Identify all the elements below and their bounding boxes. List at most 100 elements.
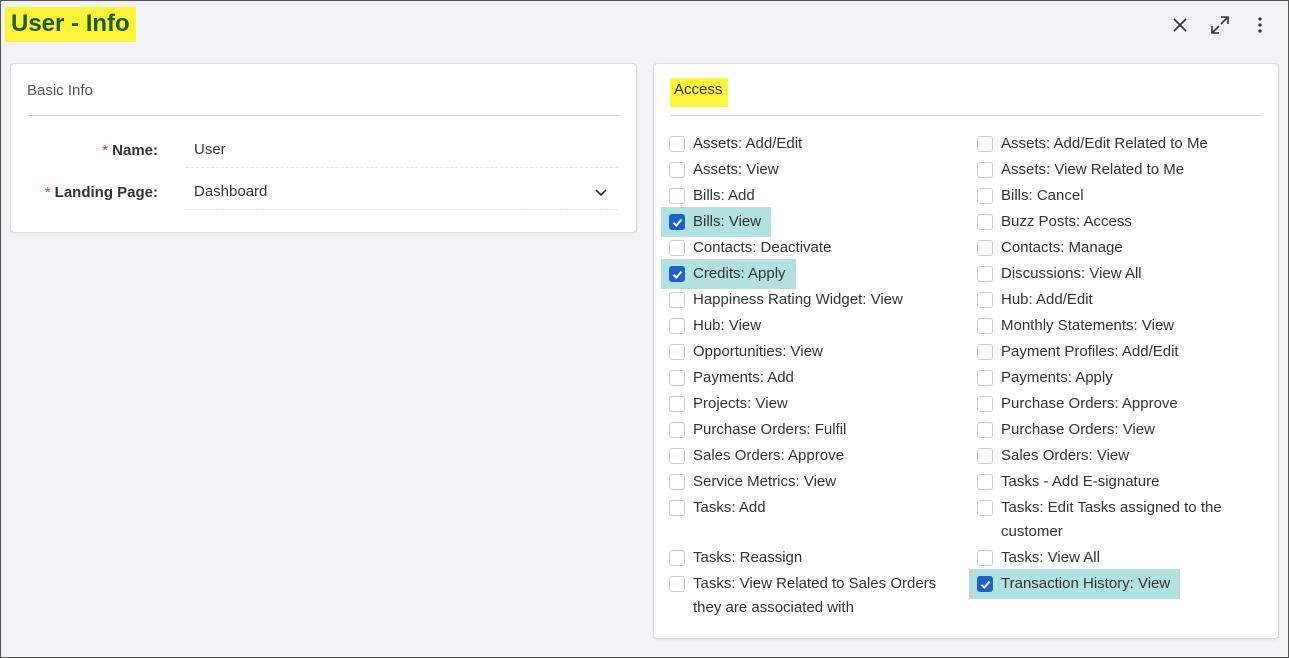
permission-label: Credits: Apply xyxy=(693,265,786,282)
permission-item[interactable]: Purchase Orders: Fulfil xyxy=(669,418,951,442)
permission-label: Payment Profiles: Add/Edit xyxy=(1001,343,1179,360)
permission-label: Hub: Add/Edit xyxy=(1001,291,1093,308)
permission-item[interactable]: Sales Orders: View xyxy=(977,444,1237,468)
permission-item[interactable]: Bills: Cancel xyxy=(977,184,1237,208)
permission-item[interactable]: Happiness Rating Widget: View xyxy=(669,288,951,312)
permission-item[interactable]: Monthly Statements: View xyxy=(977,314,1237,338)
permission-item[interactable]: Contacts: Deactivate xyxy=(669,236,951,260)
permission-item[interactable]: Assets: View Related to Me xyxy=(977,158,1237,182)
permission-item[interactable]: Hub: Add/Edit xyxy=(977,288,1237,312)
permission-label: Buzz Posts: Access xyxy=(1001,213,1132,230)
permission-item[interactable]: Credits: Apply xyxy=(661,259,796,289)
permission-item[interactable]: Assets: View xyxy=(669,158,951,182)
expand-button[interactable] xyxy=(1210,13,1230,37)
checkmark-icon xyxy=(672,218,682,227)
permission-item[interactable]: Buzz Posts: Access xyxy=(977,210,1237,234)
permission-label: Sales Orders: View xyxy=(1001,447,1130,464)
permission-item[interactable]: Payment Profiles: Add/Edit xyxy=(977,340,1237,364)
name-row: * Name: User xyxy=(11,134,636,168)
checkbox[interactable] xyxy=(669,550,685,566)
permission-item[interactable]: Tasks: Reassign xyxy=(669,546,951,570)
checkbox[interactable] xyxy=(669,370,685,386)
permission-label: Tasks: Add xyxy=(693,499,766,516)
permission-item[interactable]: Sales Orders: Approve xyxy=(669,444,951,468)
checkbox[interactable] xyxy=(669,240,685,256)
permission-item[interactable]: Purchase Orders: View xyxy=(977,418,1237,442)
checkbox[interactable] xyxy=(977,188,993,204)
permission-item[interactable]: Payments: Add xyxy=(669,366,951,390)
permission-item[interactable]: Projects: View xyxy=(669,392,951,416)
checkbox[interactable] xyxy=(669,396,685,412)
permission-item[interactable]: Bills: View xyxy=(661,207,772,237)
checkbox[interactable] xyxy=(977,162,993,178)
permission-item[interactable]: Discussions: View All xyxy=(977,262,1237,286)
permission-label: Projects: View xyxy=(693,395,788,412)
more-options-button[interactable] xyxy=(1250,13,1270,37)
close-button[interactable] xyxy=(1170,13,1190,37)
checkbox[interactable] xyxy=(669,136,685,152)
permission-label: Tasks - Add E-signature xyxy=(1001,473,1160,490)
permission-item[interactable]: Tasks: Edit Tasks assigned to the custom… xyxy=(977,496,1237,544)
checkbox[interactable] xyxy=(977,448,993,464)
landing-page-select[interactable]: Dashboard xyxy=(186,176,618,210)
checkbox[interactable] xyxy=(669,448,685,464)
permission-item[interactable]: Hub: View xyxy=(669,314,951,338)
permission-item[interactable]: Contacts: Manage xyxy=(977,236,1237,260)
checkbox[interactable] xyxy=(977,550,993,566)
permission-label: Opportunities: View xyxy=(693,343,823,360)
checkbox[interactable] xyxy=(977,240,993,256)
checkbox[interactable] xyxy=(669,344,685,360)
permission-label: Tasks: View Related to Sales Orders they… xyxy=(693,575,937,616)
name-field[interactable]: User xyxy=(186,134,618,168)
permission-item[interactable]: Assets: Add/Edit xyxy=(669,132,951,156)
permission-item[interactable]: Opportunities: View xyxy=(669,340,951,364)
checkbox[interactable] xyxy=(669,162,685,178)
checkbox[interactable] xyxy=(669,266,685,282)
permission-label: Purchase Orders: Fulfil xyxy=(693,421,847,438)
checkbox[interactable] xyxy=(977,500,993,516)
permission-label: Payments: Apply xyxy=(1001,369,1113,386)
checkbox[interactable] xyxy=(977,422,993,438)
checkbox[interactable] xyxy=(669,500,685,516)
page-title: User - Info xyxy=(5,7,136,42)
permission-item[interactable]: Tasks: Add xyxy=(669,496,951,520)
permission-label: Tasks: Edit Tasks assigned to the custom… xyxy=(1001,499,1222,540)
permission-label: Purchase Orders: Approve xyxy=(1001,395,1178,412)
permission-item[interactable]: Tasks: View Related to Sales Orders they… xyxy=(669,572,951,620)
checkbox[interactable] xyxy=(669,292,685,308)
checkbox[interactable] xyxy=(977,474,993,490)
checkbox[interactable] xyxy=(977,136,993,152)
basic-info-title: Basic Info xyxy=(27,82,93,99)
permission-item[interactable]: Service Metrics: View xyxy=(669,470,951,494)
checkbox[interactable] xyxy=(669,576,685,592)
checkbox[interactable] xyxy=(977,344,993,360)
checkbox[interactable] xyxy=(669,318,685,334)
checkbox[interactable] xyxy=(669,474,685,490)
permission-label: Monthly Statements: View xyxy=(1001,317,1175,334)
permission-item[interactable]: Bills: Add xyxy=(669,184,951,208)
permission-item[interactable]: Purchase Orders: Approve xyxy=(977,392,1237,416)
permission-item[interactable]: Transaction History: View xyxy=(969,569,1181,599)
permission-label: Assets: Add/Edit Related to Me xyxy=(1001,135,1208,152)
checkbox[interactable] xyxy=(977,214,993,230)
checkbox[interactable] xyxy=(669,422,685,438)
checkbox[interactable] xyxy=(977,266,993,282)
permission-item[interactable]: Assets: Add/Edit Related to Me xyxy=(977,132,1237,156)
checkbox[interactable] xyxy=(669,188,685,204)
checkbox[interactable] xyxy=(977,576,993,592)
checkbox[interactable] xyxy=(977,318,993,334)
permission-label: Sales Orders: Approve xyxy=(693,447,844,464)
permission-item[interactable]: Payments: Apply xyxy=(977,366,1237,390)
checkbox[interactable] xyxy=(977,396,993,412)
close-icon xyxy=(1173,18,1187,32)
permission-label: Bills: View xyxy=(693,213,762,230)
permission-label: Assets: Add/Edit xyxy=(693,135,803,152)
checkbox[interactable] xyxy=(977,370,993,386)
expand-icon xyxy=(1211,16,1229,34)
checkbox[interactable] xyxy=(669,214,685,230)
permission-item[interactable]: Tasks: View All xyxy=(977,546,1237,570)
checkbox[interactable] xyxy=(977,292,993,308)
permission-item[interactable]: Tasks - Add E-signature xyxy=(977,470,1237,494)
permission-label: Bills: Add xyxy=(693,187,755,204)
permission-label: Transaction History: View xyxy=(1001,575,1171,592)
